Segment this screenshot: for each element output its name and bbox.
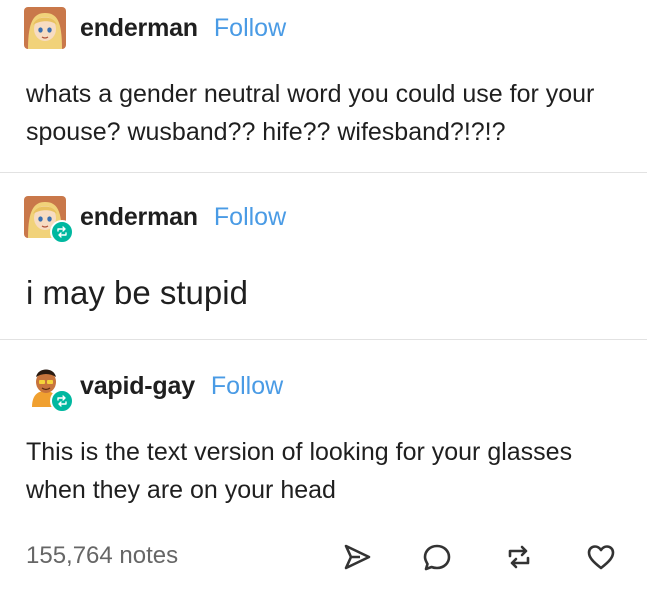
follow-button[interactable]: Follow	[214, 203, 286, 232]
post-text: This is the text version of looking for …	[26, 438, 573, 504]
avatar[interactable]	[24, 196, 74, 244]
post-text: i may be stupid	[26, 274, 248, 311]
post-header: enderman Follow	[24, 7, 286, 49]
reblog-badge-icon	[50, 220, 74, 244]
follow-button[interactable]: Follow	[211, 372, 283, 401]
avatar[interactable]	[24, 365, 74, 413]
post-text: whats a gender neutral word you could us…	[26, 80, 595, 146]
post-footer: 155,764 notes	[0, 532, 647, 584]
like-icon[interactable]	[584, 540, 618, 574]
username[interactable]: enderman	[80, 203, 198, 232]
post-header: enderman Follow	[24, 196, 286, 244]
reblog-icon[interactable]	[502, 540, 536, 574]
username[interactable]: vapid-gay	[80, 372, 195, 401]
share-icon[interactable]	[340, 540, 374, 574]
follow-button[interactable]: Follow	[214, 14, 286, 43]
reblog-badge-icon	[50, 389, 74, 413]
anime-avatar-icon	[24, 7, 66, 49]
post-3: vapid-gay Follow This is the text versio…	[0, 340, 647, 530]
post-1: enderman Follow whats a gender neutral w…	[0, 0, 647, 172]
notes-count[interactable]: 155,764 notes	[26, 542, 178, 570]
post-header: vapid-gay Follow	[24, 365, 283, 413]
avatar[interactable]	[24, 7, 66, 49]
reply-icon[interactable]	[420, 540, 454, 574]
username[interactable]: enderman	[80, 14, 198, 43]
post-2: enderman Follow i may be stupid	[0, 173, 647, 339]
